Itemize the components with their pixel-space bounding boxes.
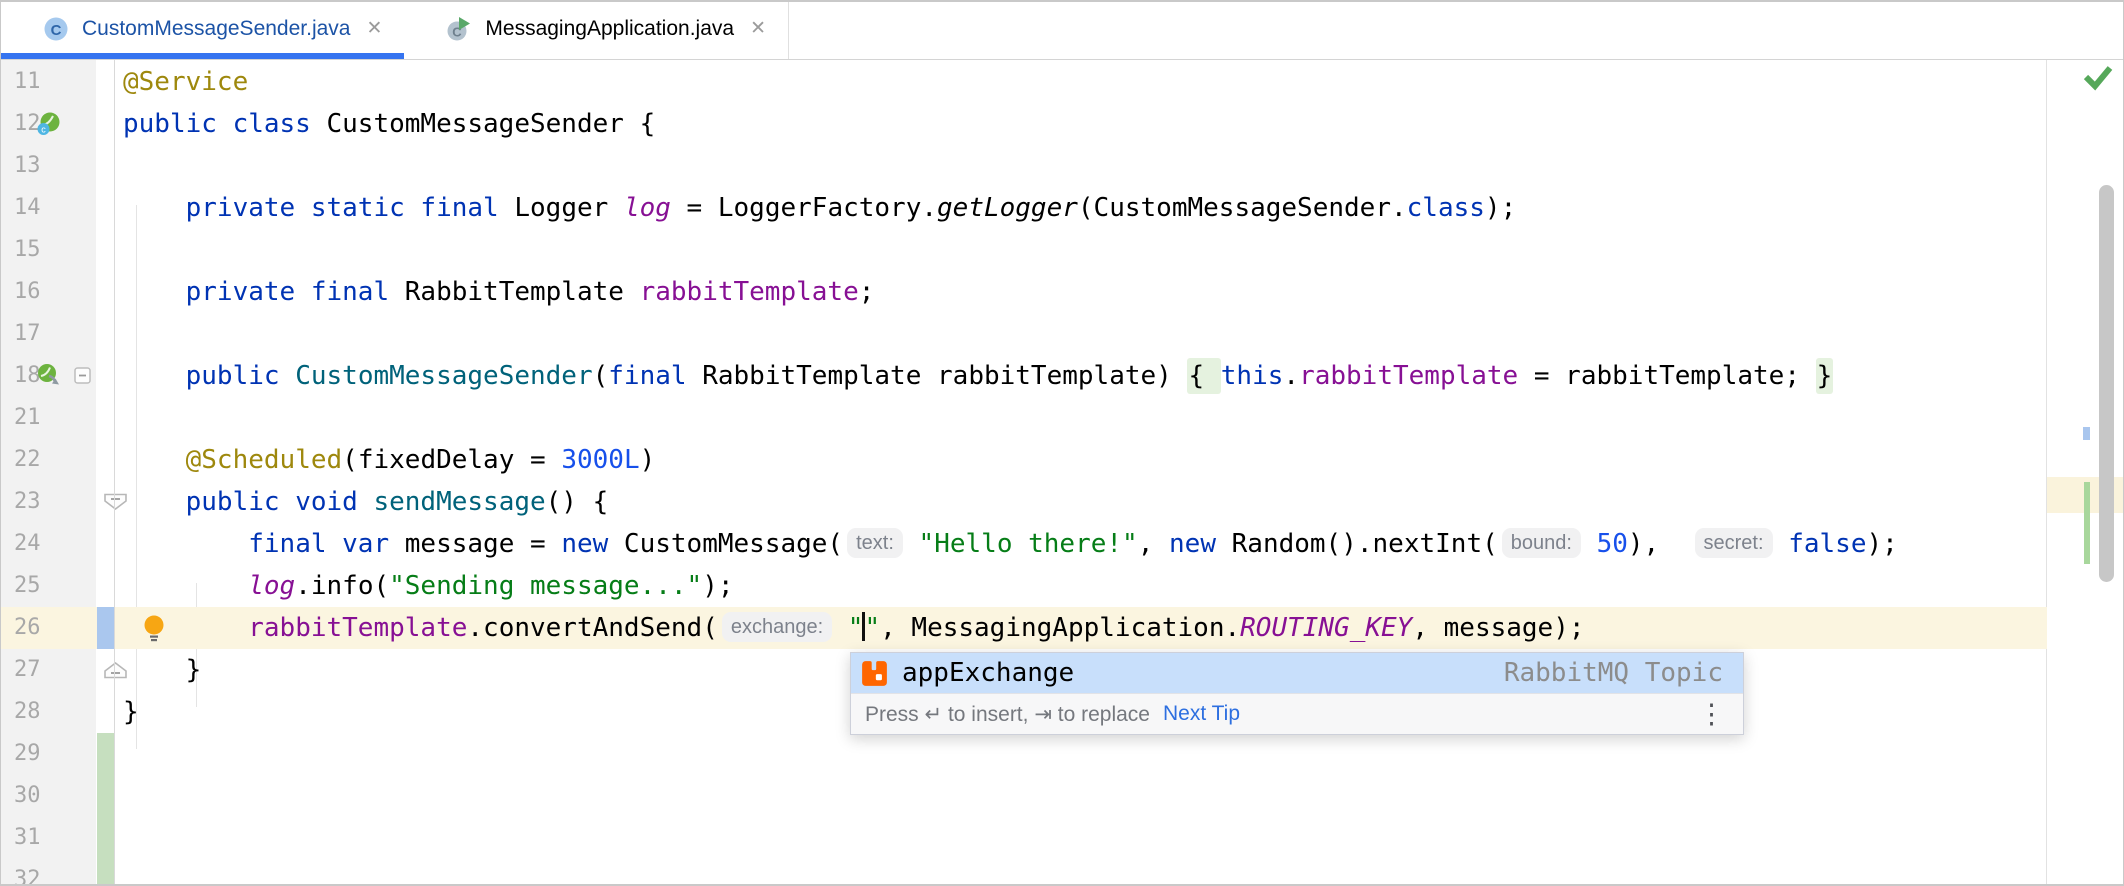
ide-window: C CustomMessageSender.java ✕ C Messaging… bbox=[0, 0, 2124, 886]
line-number: 15 bbox=[1, 229, 62, 271]
code-line: 11 @Service bbox=[1, 61, 2047, 103]
code-line: 29 bbox=[1, 733, 2047, 775]
completion-item-label: appExchange bbox=[902, 658, 1074, 688]
code-editor[interactable]: 11@Service12cpublic class CustomMessageS… bbox=[1, 60, 2047, 884]
next-tip-link[interactable]: Next Tip bbox=[1163, 702, 1240, 726]
error-stripe bbox=[2046, 60, 2123, 884]
code-line: 24 final var message = new CustomMessage… bbox=[1, 523, 2047, 565]
code-text[interactable]: public class CustomMessageSender { bbox=[123, 103, 655, 145]
tab-label: MessagingApplication.java bbox=[485, 17, 734, 41]
code-text[interactable]: public CustomMessageSender(final RabbitT… bbox=[123, 355, 1833, 397]
code-text[interactable]: rabbitTemplate.convertAndSend(exchange: … bbox=[123, 607, 1585, 649]
fold-marker-icon[interactable] bbox=[103, 661, 128, 684]
code-lines: 11@Service12cpublic class CustomMessageS… bbox=[1, 61, 2047, 884]
code-line: 17 bbox=[1, 313, 2047, 355]
code-text[interactable]: final var message = new CustomMessage(te… bbox=[123, 523, 1898, 565]
line-number: 24 bbox=[1, 523, 62, 565]
svg-text:c: c bbox=[41, 125, 46, 135]
rabbitmq-icon bbox=[861, 660, 888, 687]
runnable-java-class-icon: C bbox=[446, 16, 472, 42]
line-number: 23 bbox=[1, 481, 62, 523]
code-line: 30 bbox=[1, 775, 2047, 817]
completion-hint-text: Press ↵ to insert, ⇥ to replace bbox=[865, 702, 1150, 727]
added-line-marker bbox=[97, 859, 114, 884]
inspections-ok-check-icon[interactable] bbox=[2083, 63, 2113, 96]
completion-item-appexchange[interactable]: appExchange RabbitMQ Topic bbox=[851, 653, 1743, 693]
code-line: 16 private final RabbitTemplate rabbitTe… bbox=[1, 271, 2047, 313]
code-line: 26 rabbitTemplate.convertAndSend(exchang… bbox=[1, 607, 2047, 649]
stripe-changed-mark[interactable] bbox=[2083, 427, 2090, 440]
code-line: 22 @Scheduled(fixedDelay = 3000L) bbox=[1, 439, 2047, 481]
code-line: 15 bbox=[1, 229, 2047, 271]
code-text[interactable]: @Scheduled(fixedDelay = 3000L) bbox=[123, 439, 655, 481]
code-text[interactable]: private static final Logger log = Logger… bbox=[123, 187, 1516, 229]
text-caret bbox=[862, 612, 865, 641]
code-text[interactable]: private final RabbitTemplate rabbitTempl… bbox=[123, 271, 874, 313]
code-text[interactable]: } bbox=[123, 649, 201, 691]
completion-popup: appExchange RabbitMQ Topic Press ↵ to in… bbox=[850, 652, 1744, 735]
tab-label: CustomMessageSender.java bbox=[82, 17, 350, 41]
spring-bean-icon[interactable]: c bbox=[36, 111, 62, 137]
inlay-parameter-hint: text: bbox=[847, 528, 903, 558]
code-line: 14 private static final Logger log = Log… bbox=[1, 187, 2047, 229]
code-line: 32 bbox=[1, 859, 2047, 884]
code-text[interactable]: public void sendMessage() { bbox=[123, 481, 608, 523]
line-number: 29 bbox=[1, 733, 62, 775]
line-number: 17 bbox=[1, 313, 62, 355]
changed-line-marker bbox=[97, 607, 114, 649]
code-line: 31 bbox=[1, 817, 2047, 859]
line-number: 31 bbox=[1, 817, 62, 859]
more-options-icon[interactable]: ⋮ bbox=[1698, 701, 1725, 728]
code-line: 23 public void sendMessage() { bbox=[1, 481, 2047, 523]
java-class-icon: C bbox=[43, 16, 69, 42]
close-icon[interactable]: ✕ bbox=[750, 19, 766, 38]
line-number: 25 bbox=[1, 565, 62, 607]
line-number: 30 bbox=[1, 775, 62, 817]
line-number: 22 bbox=[1, 439, 62, 481]
line-number: 13 bbox=[1, 145, 62, 187]
line-number: 16 bbox=[1, 271, 62, 313]
scrollbar-thumb[interactable] bbox=[2099, 185, 2114, 582]
code-text[interactable]: } bbox=[123, 691, 139, 733]
code-line: 25 log.info("Sending message..."); bbox=[1, 565, 2047, 607]
intention-lightbulb-icon[interactable] bbox=[141, 613, 167, 648]
inlay-parameter-hint: bound: bbox=[1502, 528, 1581, 558]
close-icon[interactable]: ✕ bbox=[366, 19, 382, 38]
tab-custommessagesender[interactable]: C CustomMessageSender.java ✕ bbox=[1, 2, 404, 59]
code-text[interactable]: @Service bbox=[123, 61, 248, 103]
inlay-parameter-hint: secret: bbox=[1695, 528, 1773, 558]
line-number: 14 bbox=[1, 187, 62, 229]
inlay-parameter-hint: exchange: bbox=[722, 612, 832, 642]
code-line: 12cpublic class CustomMessageSender { bbox=[1, 103, 2047, 145]
fold-marker-icon[interactable] bbox=[103, 493, 128, 516]
tab-messagingapplication[interactable]: C MessagingApplication.java ✕ bbox=[404, 2, 789, 59]
stripe-added-mark[interactable] bbox=[2084, 482, 2090, 564]
spring-bean-dep-icon[interactable] bbox=[36, 363, 62, 389]
editor-tab-bar: C CustomMessageSender.java ✕ C Messaging… bbox=[1, 2, 2123, 60]
svg-text:C: C bbox=[51, 22, 62, 39]
code-line: 13 bbox=[1, 145, 2047, 187]
fold-marker-icon[interactable] bbox=[74, 367, 91, 389]
added-line-marker bbox=[97, 775, 114, 817]
added-line-marker bbox=[97, 733, 114, 775]
code-line: 21 bbox=[1, 397, 2047, 439]
code-line: 18 public CustomMessageSender(final Rabb… bbox=[1, 355, 2047, 397]
added-line-marker bbox=[97, 817, 114, 859]
gutter-separator bbox=[114, 60, 115, 884]
completion-item-type: RabbitMQ Topic bbox=[1504, 658, 1723, 688]
line-number: 26 bbox=[1, 607, 62, 649]
line-number: 27 bbox=[1, 649, 62, 691]
code-text[interactable]: log.info("Sending message..."); bbox=[123, 565, 734, 607]
line-number: 28 bbox=[1, 691, 62, 733]
line-number: 32 bbox=[1, 859, 62, 884]
line-number: 21 bbox=[1, 397, 62, 439]
line-number: 11 bbox=[1, 61, 62, 103]
completion-footer: Press ↵ to insert, ⇥ to replace Next Tip… bbox=[851, 693, 1743, 734]
